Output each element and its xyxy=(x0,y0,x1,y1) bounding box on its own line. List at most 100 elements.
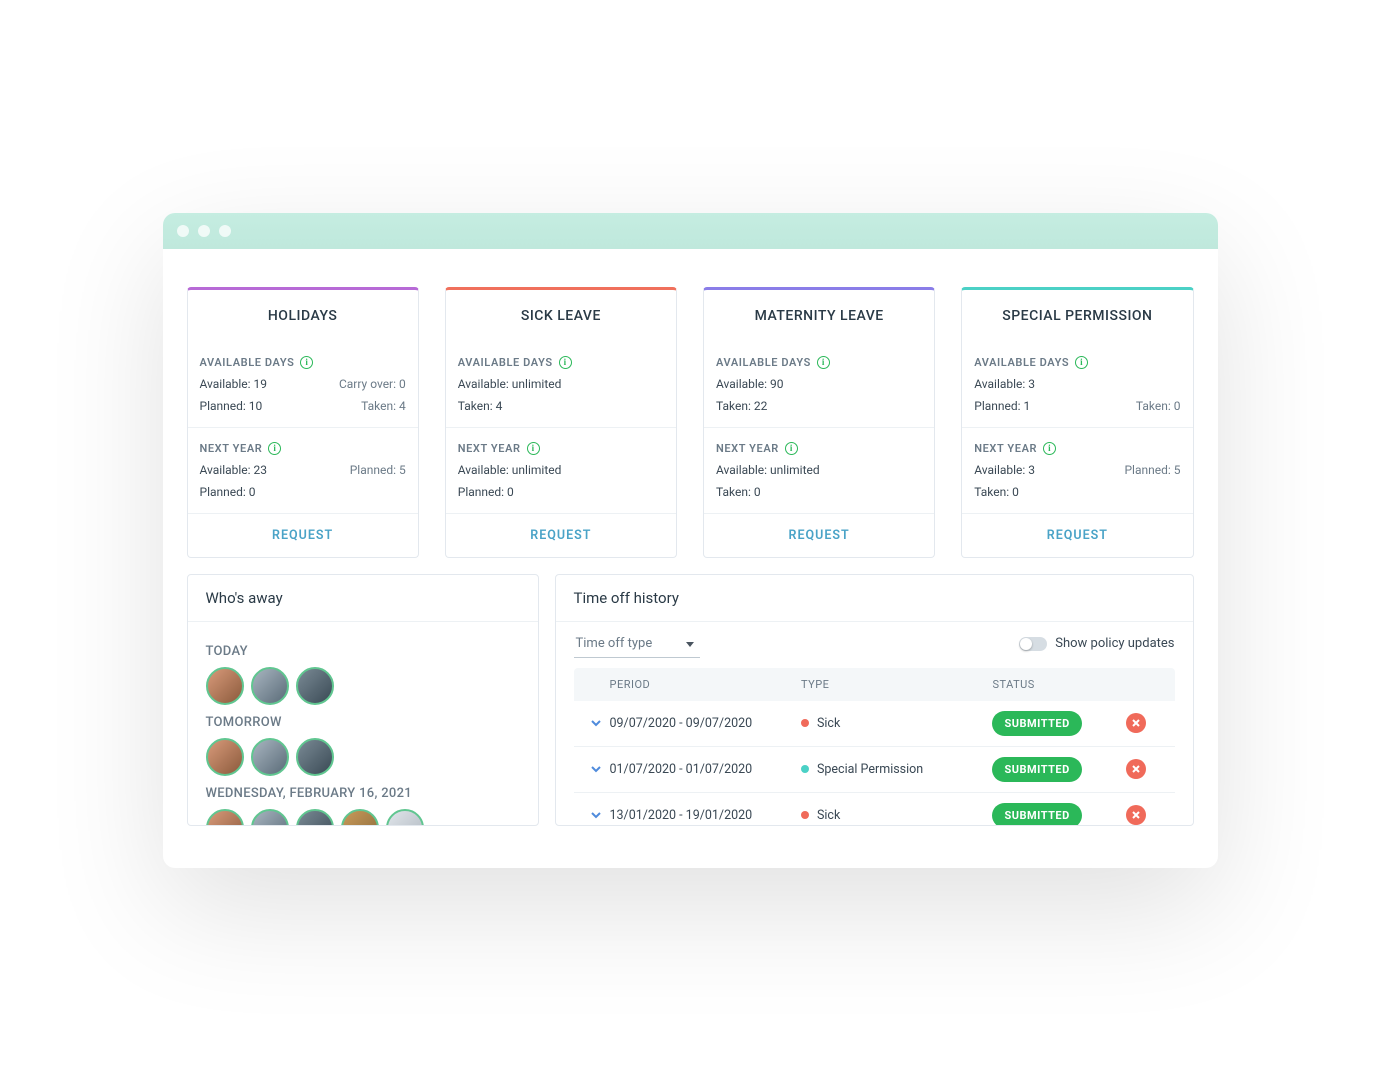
stat-grid: Available: unlimitedPlanned: 0 xyxy=(458,463,664,499)
stat: Taken: 4 xyxy=(303,399,406,413)
section-label: AVAILABLE DAYS xyxy=(200,356,295,369)
section-label: NEXT YEAR xyxy=(974,442,1037,455)
cell-period: 01/07/2020 - 01/07/2020 xyxy=(610,762,801,777)
info-icon[interactable]: i xyxy=(527,442,540,455)
stat: Available: 19 xyxy=(200,377,303,391)
section-label: NEXT YEAR xyxy=(458,442,521,455)
next-year-section: NEXT YEARiAvailable: 23Planned: 5Planned… xyxy=(188,428,418,514)
stat-grid: Available: unlimited Taken: 0 xyxy=(716,463,922,499)
chevron-down-icon[interactable] xyxy=(582,763,610,775)
type-label: Sick xyxy=(817,716,840,731)
info-icon[interactable]: i xyxy=(1043,442,1056,455)
window-dot xyxy=(219,225,231,237)
delete-button[interactable] xyxy=(1126,713,1146,733)
content-area: HOLIDAYS AVAILABLE DAYS i Available: 19Carr… xyxy=(163,249,1218,868)
type-label: Sick xyxy=(817,808,840,823)
avatar[interactable] xyxy=(386,809,424,825)
stat: Carry over: 0 xyxy=(303,377,406,391)
stat-grid: Available: 19Carry over: 0Planned: 10Tak… xyxy=(200,377,406,413)
cell-type: Sick xyxy=(801,808,992,823)
table-row: 09/07/2020 - 09/07/2020SickSUBMITTED xyxy=(574,701,1175,747)
status-badge: SUBMITTED xyxy=(992,757,1081,782)
toggle-label: Show policy updates xyxy=(1055,636,1174,651)
stat: Planned: 10 xyxy=(200,399,303,413)
avatar[interactable] xyxy=(206,809,244,825)
away-day-label: WEDNESDAY, FEBRUARY 16, 2021 xyxy=(206,786,520,801)
stat: Available: unlimited xyxy=(458,463,664,477)
stat: Available: 90 xyxy=(716,377,922,391)
info-icon[interactable]: i xyxy=(300,356,313,369)
toggle-switch[interactable] xyxy=(1019,637,1047,651)
card-title: HOLIDAYS xyxy=(188,290,418,342)
stat: Taken: 0 xyxy=(974,485,1180,499)
stat-grid: Available: 90Taken: 22 xyxy=(716,377,922,413)
history-panel: Time off history Time off type Show poli… xyxy=(555,574,1194,826)
avatar[interactable] xyxy=(206,667,244,705)
avatar[interactable] xyxy=(251,667,289,705)
type-dot-icon xyxy=(801,811,809,819)
cell-period: 13/01/2020 - 19/01/2020 xyxy=(610,808,801,823)
window-dot xyxy=(198,225,210,237)
cell-status: SUBMITTED xyxy=(992,757,1126,782)
history-table: PERIOD TYPE STATUS 09/07/2020 - 09/07/20… xyxy=(556,658,1193,825)
avatar[interactable] xyxy=(296,809,334,825)
time-off-type-select[interactable]: Time off type xyxy=(574,630,701,658)
window-dot xyxy=(177,225,189,237)
section-head: AVAILABLE DAYS i xyxy=(458,342,664,377)
stat: Taken: 4 xyxy=(458,399,664,413)
info-icon[interactable]: i xyxy=(1075,356,1088,369)
stat: Taken: 0 xyxy=(1077,399,1180,413)
info-icon[interactable]: i xyxy=(785,442,798,455)
avatar[interactable] xyxy=(251,738,289,776)
status-badge: SUBMITTED xyxy=(992,803,1081,825)
stat: Taken: 0 xyxy=(716,485,922,499)
request-button[interactable]: REQUEST xyxy=(962,514,1192,557)
cell-status: SUBMITTED xyxy=(992,711,1126,736)
show-policy-updates-toggle[interactable]: Show policy updates xyxy=(1019,636,1174,651)
cell-type: Sick xyxy=(801,716,992,731)
table-row: 01/07/2020 - 01/07/2020Special Permissio… xyxy=(574,747,1175,793)
stat: Available: unlimited xyxy=(458,377,664,391)
section-head: NEXT YEAR i xyxy=(974,428,1180,463)
cell-actions xyxy=(1126,805,1166,825)
request-button[interactable]: REQUEST xyxy=(188,514,418,557)
status-badge: SUBMITTED xyxy=(992,711,1081,736)
section-label: NEXT YEAR xyxy=(200,442,263,455)
app-window: HOLIDAYS AVAILABLE DAYS i Available: 19Carr… xyxy=(163,213,1218,868)
cell-type: Special Permission xyxy=(801,762,992,777)
request-button[interactable]: REQUEST xyxy=(704,514,934,557)
section-label: AVAILABLE DAYS xyxy=(716,356,811,369)
table-header-row: PERIOD TYPE STATUS xyxy=(574,668,1175,701)
info-icon[interactable]: i xyxy=(817,356,830,369)
leave-card: SICK LEAVEAVAILABLE DAYSiAvailable: unli… xyxy=(445,287,677,558)
avatar[interactable] xyxy=(206,738,244,776)
section-head: AVAILABLE DAYS i xyxy=(200,342,406,377)
whos-away-panel: Who's away TODAYTOMORROWWEDNESDAY, FEBRU… xyxy=(187,574,539,826)
chevron-down-icon[interactable] xyxy=(582,809,610,821)
stat: Available: 23 xyxy=(200,463,303,477)
avatar-row xyxy=(206,738,520,776)
avatar[interactable] xyxy=(296,667,334,705)
section-label: AVAILABLE DAYS xyxy=(974,356,1069,369)
avatar[interactable] xyxy=(341,809,379,825)
info-icon[interactable]: i xyxy=(268,442,281,455)
stat-grid: Available: unlimited Taken: 4 xyxy=(458,377,664,413)
stat: Planned: 0 xyxy=(200,485,406,499)
section-label: AVAILABLE DAYS xyxy=(458,356,553,369)
delete-button[interactable] xyxy=(1126,759,1146,779)
col-status: STATUS xyxy=(992,678,1126,691)
card-title: SPECIAL PERMISSION xyxy=(962,290,1192,342)
stat: Available: unlimited xyxy=(716,463,922,477)
away-day-label: TODAY xyxy=(206,644,520,659)
avatar[interactable] xyxy=(251,809,289,825)
window-titlebar xyxy=(163,213,1218,249)
available-days-section: AVAILABLE DAYSiAvailable: 3Planned: 1Tak… xyxy=(962,342,1192,428)
avatar[interactable] xyxy=(296,738,334,776)
available-days-section: AVAILABLE DAYS i Available: 19Carry over: … xyxy=(188,342,418,428)
request-button[interactable]: REQUEST xyxy=(446,514,676,557)
chevron-down-icon[interactable] xyxy=(582,717,610,729)
type-dot-icon xyxy=(801,719,809,727)
info-icon[interactable]: i xyxy=(559,356,572,369)
delete-button[interactable] xyxy=(1126,805,1146,825)
next-year-section: NEXT YEARiAvailable: 3Planned: 5Taken: 0 xyxy=(962,428,1192,514)
